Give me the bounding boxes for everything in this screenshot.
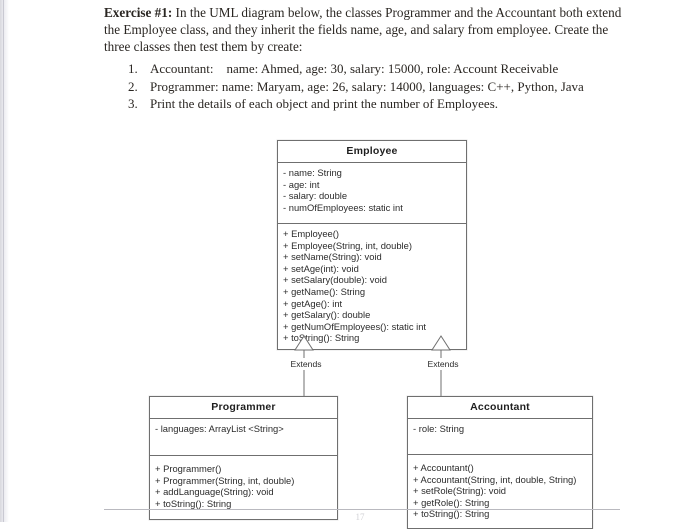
- uml-method: + getName(): String: [283, 285, 366, 297]
- uml-attribute: - numOfEmployees: static int: [283, 201, 403, 213]
- uml-method: + Programmer(String, int, double): [155, 474, 295, 486]
- uml-class-employee-title: Employee: [278, 141, 466, 163]
- uml-attribute: - role: String: [413, 423, 465, 434]
- uml-class-accountant-methods: + Accountant() + Accountant(String, int,…: [408, 454, 592, 528]
- footer-divider: [104, 509, 620, 510]
- uml-class-employee-attributes: - name: String - age: int - salary: doub…: [278, 163, 466, 223]
- uml-class-programmer: Programmer - languages: ArrayList <Strin…: [149, 396, 338, 521]
- uml-method: + getSalary(): double: [283, 309, 371, 321]
- hollow-triangle-icon: [431, 335, 451, 351]
- uml-method: + setSalary(double): void: [283, 274, 387, 286]
- uml-attribute: - name: String: [283, 167, 342, 178]
- uml-method: + getNumOfEmployees(): static int: [283, 320, 427, 332]
- uml-method: + setName(String): void: [283, 251, 382, 263]
- uml-method: + Employee(String, int, double): [283, 239, 412, 251]
- uml-class-employee-methods: + Employee() + Employee(String, int, dou…: [278, 223, 466, 349]
- uml-method: + getAge(): int: [283, 297, 343, 309]
- uml-method: + Accountant(): [413, 462, 474, 473]
- uml-class-accountant-title: Accountant: [408, 397, 592, 419]
- uml-class-programmer-title: Programmer: [150, 397, 337, 419]
- uml-class-diagram: Employee - name: String - age: int - sal…: [0, 0, 700, 529]
- uml-class-accountant-attributes: - role: String: [408, 419, 592, 454]
- uml-method: + toString(): String: [413, 508, 490, 520]
- uml-method: + setAge(int): void: [283, 262, 359, 274]
- uml-method: + Employee(): [283, 228, 340, 239]
- inheritance-label-programmer: Extends: [286, 359, 326, 369]
- uml-class-programmer-attributes: - languages: ArrayList <String>: [150, 419, 337, 455]
- uml-class-employee: Employee - name: String - age: int - sal…: [277, 140, 467, 350]
- uml-method: + getRole(): String: [413, 496, 490, 508]
- uml-method: + setRole(String): void: [413, 485, 507, 497]
- uml-attribute: - languages: ArrayList <String>: [155, 423, 284, 434]
- uml-method: + Programmer(): [155, 463, 222, 474]
- uml-method: + Accountant(String, int, double, String…: [413, 473, 577, 485]
- hollow-triangle-icon: [294, 335, 314, 351]
- uml-attribute: - salary: double: [283, 190, 348, 202]
- uml-method: + addLanguage(String): void: [155, 486, 274, 498]
- inheritance-label-accountant: Extends: [423, 359, 463, 369]
- uml-method: + toString(): String: [155, 497, 232, 509]
- page-number: 17: [355, 512, 365, 522]
- uml-attribute: - age: int: [283, 178, 320, 190]
